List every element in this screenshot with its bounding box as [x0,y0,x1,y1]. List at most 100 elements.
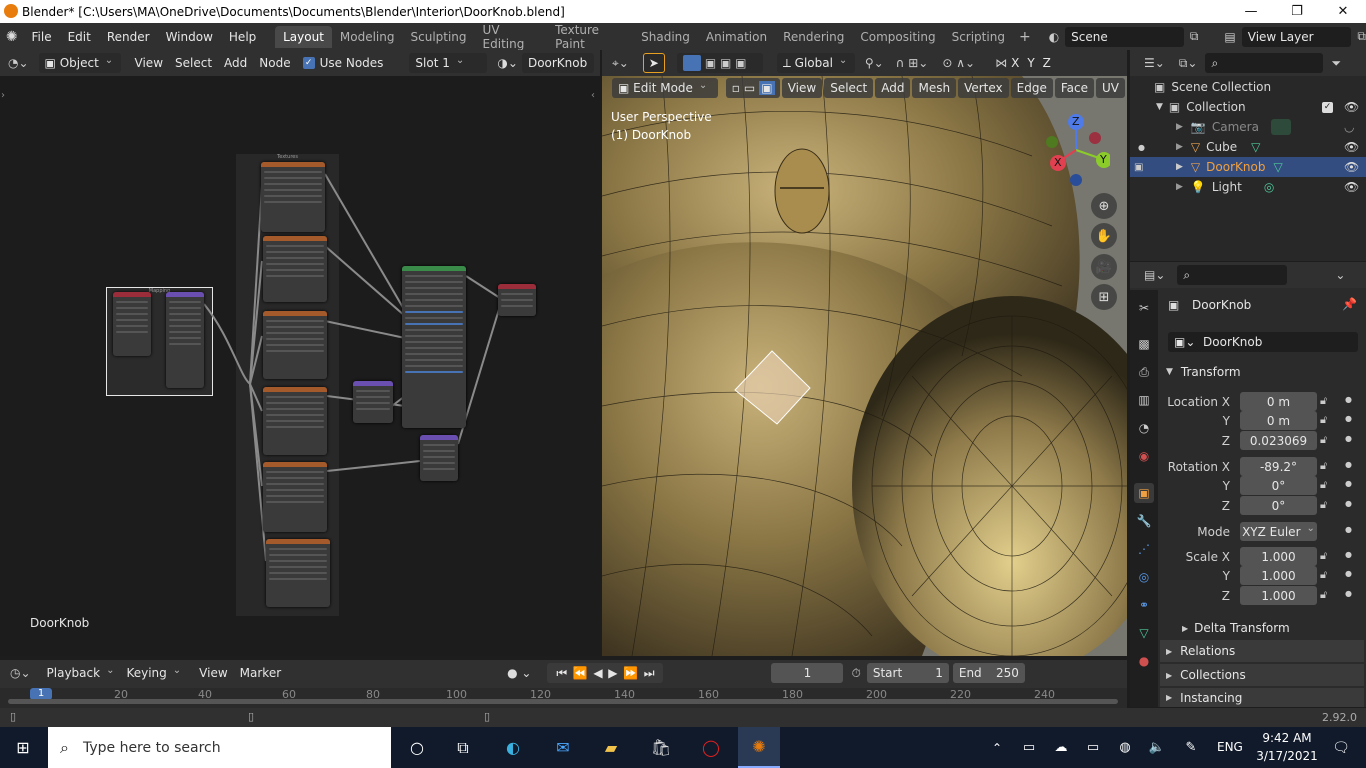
file-explorer-icon[interactable]: ▰ [590,727,632,768]
clock-time[interactable]: 9:42 AM [1254,731,1320,745]
material-icon[interactable]: ◑⌄ [497,56,518,70]
axis-z-toggle[interactable]: Z [1039,53,1055,73]
scene-icon[interactable]: ◐ [1049,30,1059,44]
notifications-icon[interactable]: 🗨 [1320,727,1362,768]
data-tab-icon[interactable]: ▽ [1134,623,1154,643]
lock-icon[interactable]: 🔓︎ [1320,394,1327,408]
menu-file[interactable]: File [24,26,60,48]
object-type-dropdown[interactable]: ▣ Object [38,53,121,73]
expand-arrow-icon[interactable]: ▶ [1176,142,1183,152]
keyframe-dot-icon[interactable]: ● [1345,414,1352,423]
bump-node[interactable] [353,381,393,423]
output-tab-icon[interactable]: ⎙ [1134,362,1154,382]
edge-browser-icon[interactable]: ◐ [492,727,534,768]
vp-menu-select[interactable]: Select [824,78,874,98]
jump-start-icon[interactable]: ⏮ [556,666,567,681]
keyframe-dot-icon[interactable]: ● [1345,434,1352,443]
node-editor-canvas[interactable]: › ‹ Textures Mapping DoorKnob [0,76,600,656]
lock-icon[interactable]: 🔓︎ [1320,413,1327,427]
vp-menu-mesh[interactable]: Mesh [912,78,957,98]
record-icon[interactable]: ● ⌄ [507,666,531,680]
marker-menu[interactable]: Marker [234,663,287,683]
keyframe-dot-icon[interactable]: ● [1345,395,1352,404]
select-box-mode-group[interactable]: ▣ ▣ ▣ [676,53,763,73]
taskbar-search-box[interactable]: ⌕ Type here to search [48,727,391,768]
location-x-field[interactable]: 0 m [1240,392,1317,411]
keyframe-dot-icon[interactable]: ● [1345,589,1352,598]
filter-icon[interactable]: ⏷ [1331,56,1341,71]
end-frame-field[interactable]: End 250 [952,663,1025,683]
jump-end-icon[interactable]: ⏭ [644,666,655,681]
select-tool-icon[interactable]: ➤ [642,53,665,73]
blender-taskbar-icon[interactable]: ✺ [738,727,780,768]
menu-help[interactable]: Help [221,26,264,48]
keying-menu[interactable]: Keying [120,663,187,683]
editor-type-icon[interactable]: ☰⌄ [1144,56,1165,70]
rotation-x-field[interactable]: -89.2° [1240,457,1317,476]
menu-edit[interactable]: Edit [60,26,99,48]
editor-type-icon[interactable]: ◷⌄ [10,666,31,680]
play-icon[interactable]: ▶ [608,666,617,680]
outliner-search-input[interactable]: ⌕ [1205,53,1324,73]
scale-z-field[interactable]: 1.000 [1240,586,1317,605]
scene-field[interactable]: Scene [1065,26,1184,47]
pen-icon[interactable]: ✎ [1170,727,1212,768]
scale-x-field[interactable]: 1.000 [1240,547,1317,566]
object-datablock-field[interactable]: ▣⌄ DoorKnob [1168,332,1358,352]
outliner-item-light[interactable]: ▶ 💡 Light ◎ 👁 [1130,177,1366,197]
texture-node-5[interactable] [263,462,327,532]
tool-tab-icon[interactable]: ✂ [1134,298,1154,318]
tab-animation[interactable]: Animation [698,26,775,48]
keyframe-dot-icon[interactable]: ● [1345,550,1352,559]
stopwatch-icon[interactable]: ⏱ [851,666,860,681]
windows-start-icon[interactable]: ⊞ [2,727,44,768]
tab-shading[interactable]: Shading [633,26,698,48]
next-keyframe-icon[interactable]: ⏩ [623,666,638,680]
mail-icon[interactable]: ✉ [542,727,584,768]
lock-icon[interactable]: 🔓︎ [1320,478,1327,492]
render-tab-icon[interactable]: ▩ [1134,334,1154,354]
close-button[interactable]: ✕ [1320,0,1366,23]
tab-layout[interactable]: Layout [275,25,332,48]
select-extend-icon[interactable]: ▣ ▣ ▣ [705,56,747,70]
copy-scene-icon[interactable]: ⧉ [1190,29,1199,44]
expand-arrow-icon[interactable]: ▶ [1166,671,1172,680]
face-select-icon[interactable]: ▣ [759,81,775,95]
zoom-icon[interactable]: ⊕ [1091,193,1117,219]
vp-menu-face[interactable]: Face [1054,78,1094,98]
properties-search-input[interactable]: ⌕ [1177,265,1288,285]
outliner-item-camera[interactable]: ▶ 📷 Camera ◡ [1130,117,1366,137]
keyframe-dot-icon[interactable]: ● [1345,499,1352,508]
texture-node-3[interactable] [263,311,327,379]
options-chevron-icon[interactable]: ⌄ [1335,268,1345,282]
texture-node-6[interactable] [266,539,330,607]
texture-node-1[interactable] [261,162,325,232]
outliner-item-cube[interactable]: ● ▶ ▽ Cube ▽ 👁 [1130,137,1366,157]
pin-icon[interactable]: 📌 [1342,297,1357,311]
mode-dropdown[interactable]: ▣ Edit Mode [612,78,718,98]
axis-y-toggle[interactable]: Y [1023,53,1038,73]
display-mode-icon[interactable]: ⧉⌄ [1179,56,1198,71]
editor-type-icon[interactable]: ▤⌄ [1144,268,1165,282]
principled-bsdf-node[interactable] [402,266,466,428]
view-layer-field[interactable]: View Layer [1241,26,1352,47]
normal-map-node[interactable] [420,435,458,481]
mapping-node[interactable] [166,292,204,388]
lock-icon[interactable]: 🔓︎ [1320,459,1327,473]
add-workspace-icon[interactable]: + [1013,29,1037,45]
playback-controls[interactable]: ⏮ ⏪ ◀ ▶ ⏩ ⏭ [547,663,664,683]
material-field[interactable]: DoorKnob [521,53,594,73]
vp-menu-vertex[interactable]: Vertex [958,78,1009,98]
relations-panel-header[interactable]: ▶ Relations [1160,640,1364,662]
minimize-button[interactable]: — [1228,0,1274,23]
menu-window[interactable]: Window [158,26,221,48]
playback-menu[interactable]: Playback [41,663,121,683]
hidden-eye-icon[interactable]: ◡ [1344,120,1354,134]
outliner-scene-collection[interactable]: ▣ Scene Collection [1130,77,1366,97]
exclude-checkbox-icon[interactable]: ✓ [1322,101,1333,113]
editor-type-icon[interactable]: ⌖⌄ [612,56,629,71]
prev-keyframe-icon[interactable]: ⏪ [573,666,588,680]
transform-panel-header[interactable]: ▼ Transform [1160,361,1364,383]
view-layer-icon[interactable]: ▤ [1224,30,1235,44]
vp-menu-edge[interactable]: Edge [1010,78,1053,98]
